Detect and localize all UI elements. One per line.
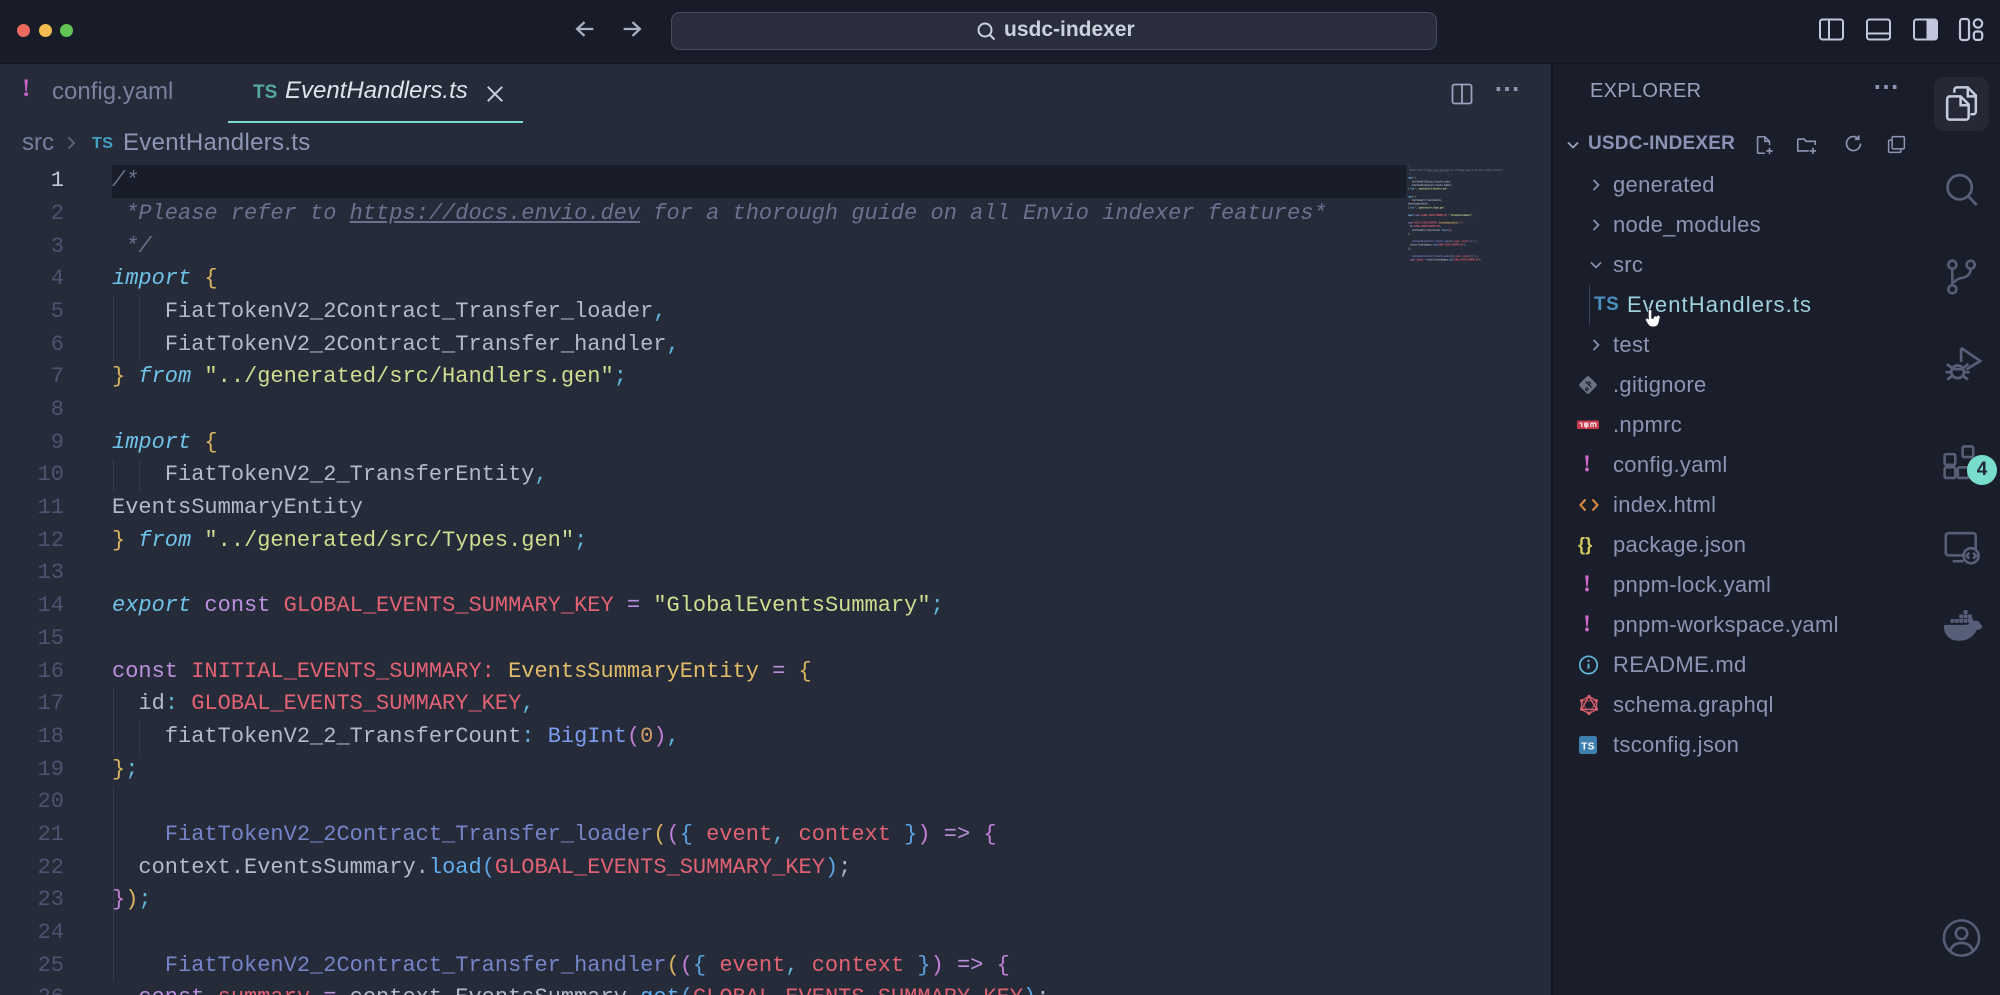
svg-text:TS: TS [1581, 742, 1594, 753]
